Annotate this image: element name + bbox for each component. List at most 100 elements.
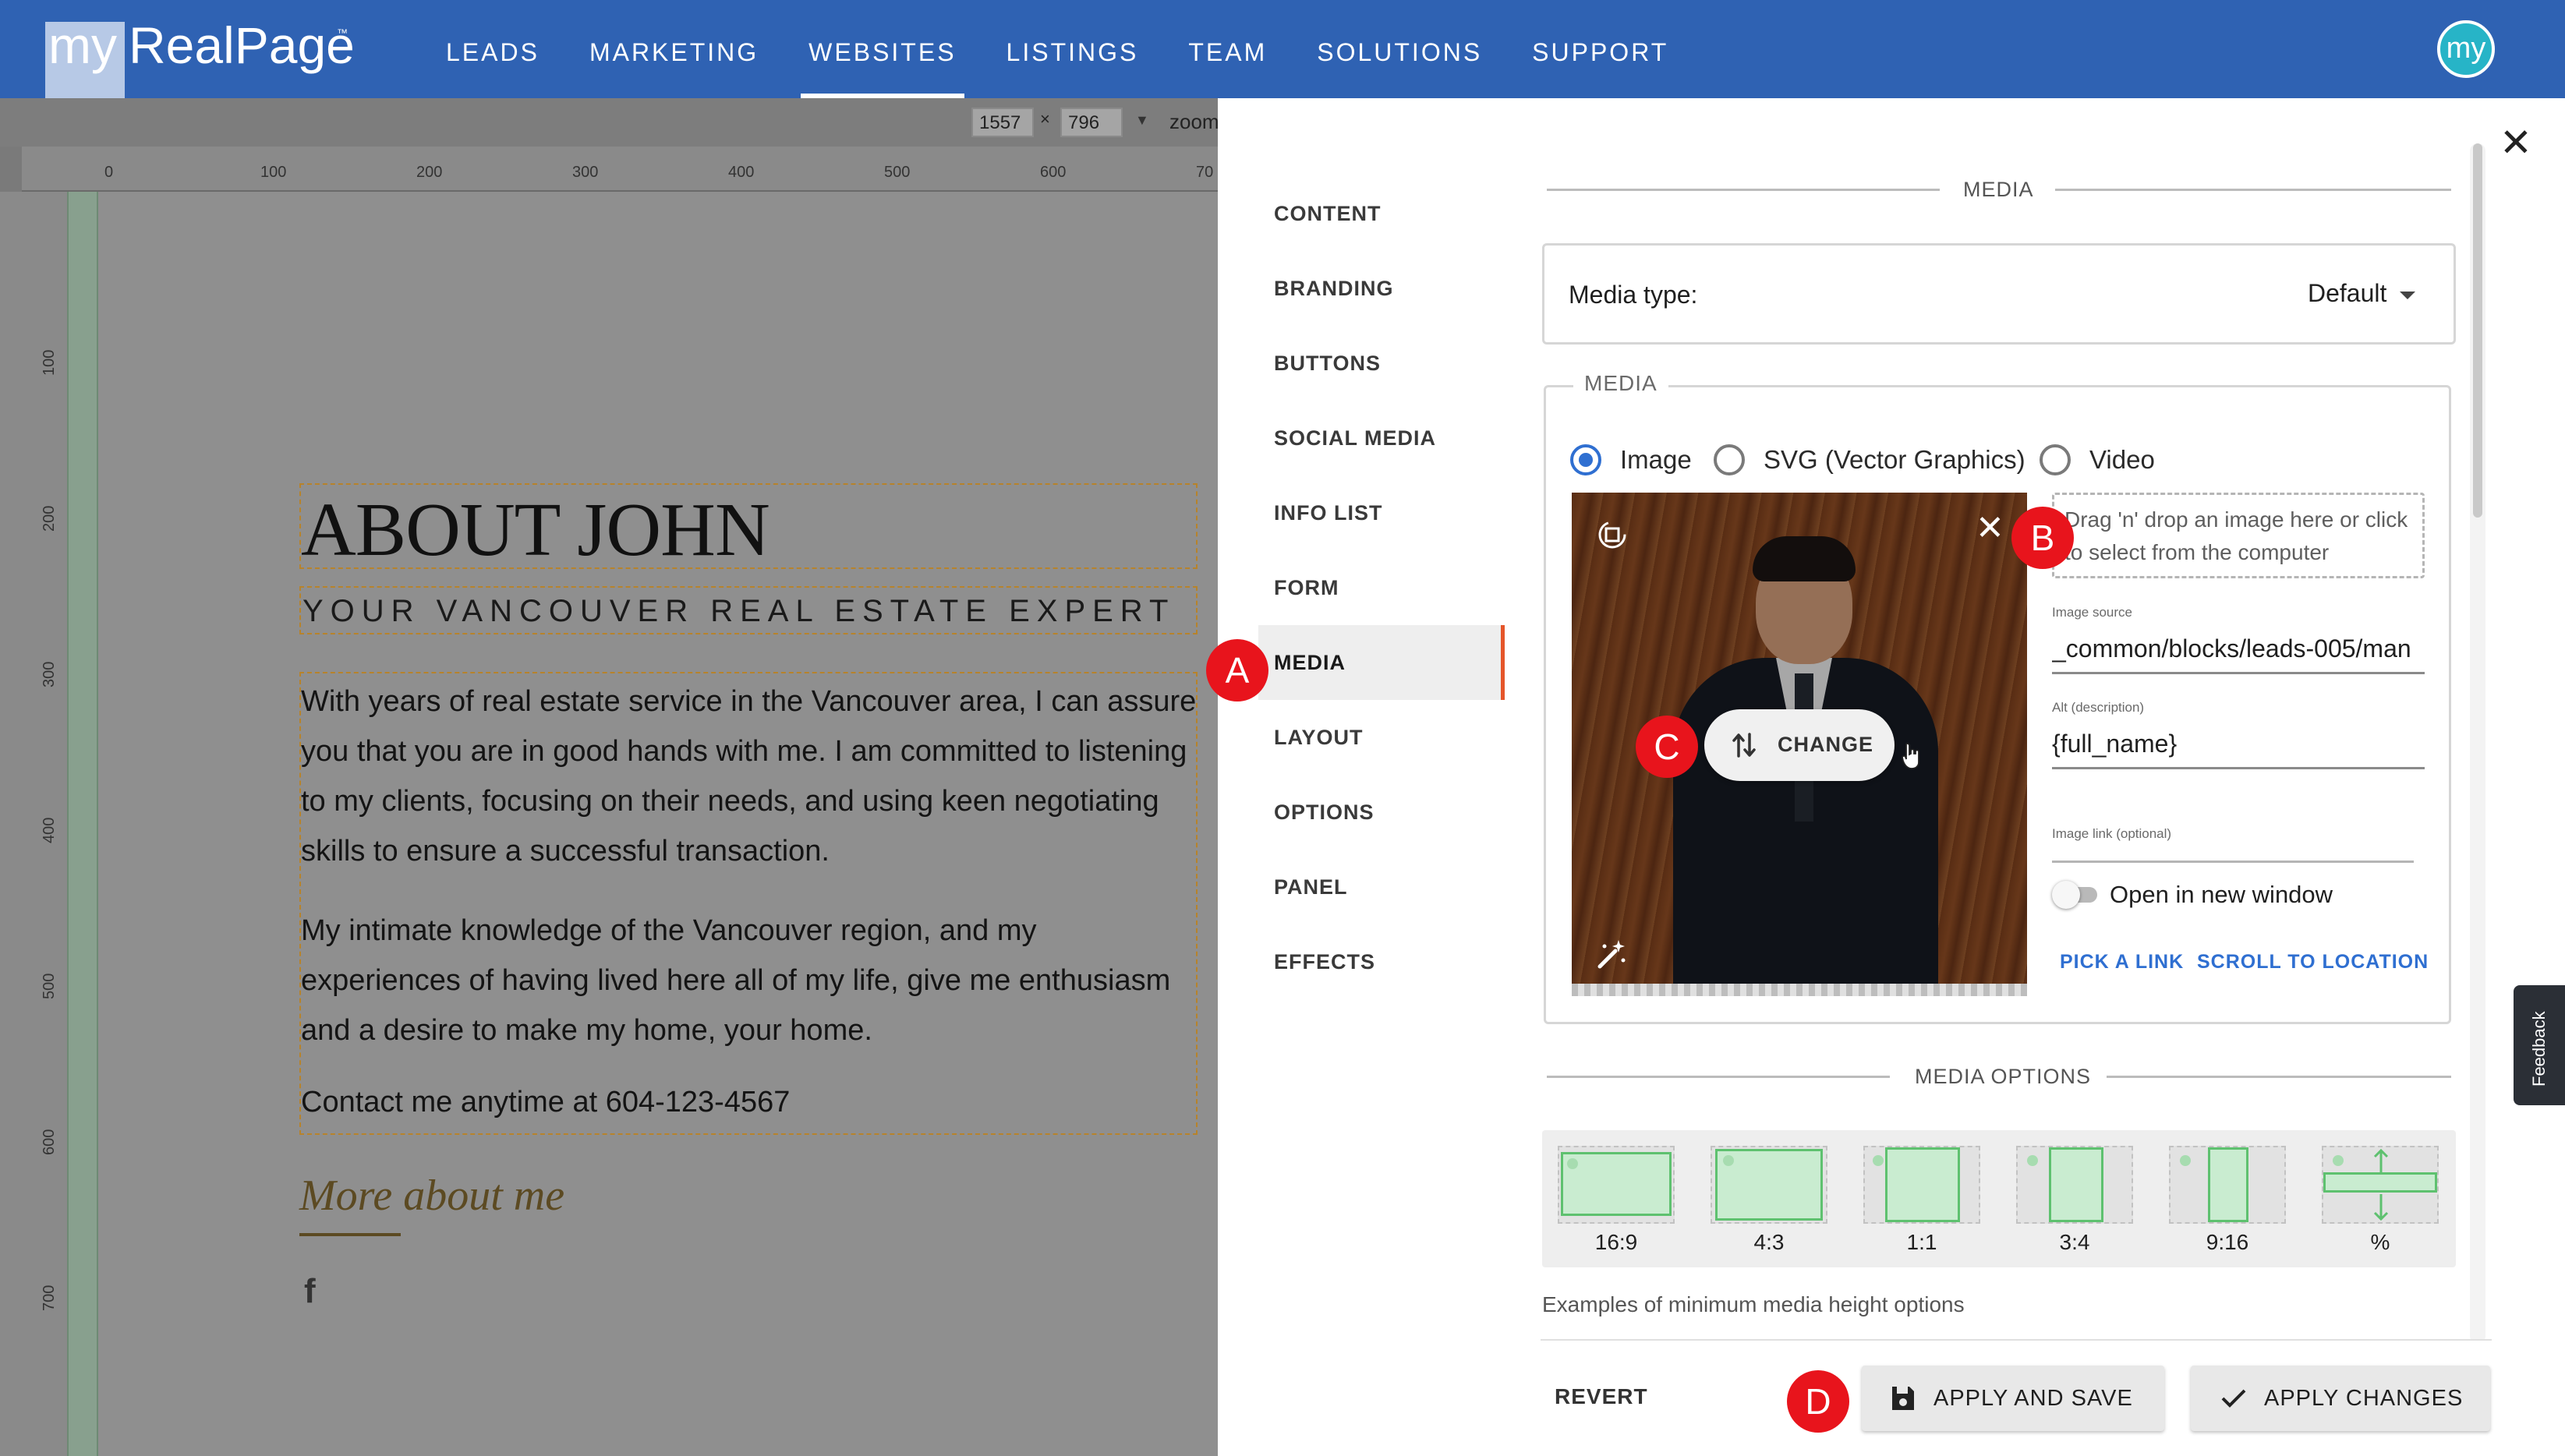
main-nav: LEADS MARKETING WEBSITES LISTINGS TEAM S… — [421, 0, 1693, 98]
pick-a-link-button[interactable]: PICK A LINK — [2060, 951, 2184, 974]
chevron-down-icon[interactable]: ▼ — [1135, 112, 1149, 129]
ratio-9-16-option[interactable] — [2169, 1146, 2286, 1224]
open-new-window-label[interactable]: Open in new window — [2110, 881, 2333, 909]
canvas-width-input[interactable]: 1557 — [971, 108, 1034, 137]
magic-wand-icon[interactable] — [1594, 937, 1628, 971]
logo-my[interactable]: my — [48, 16, 117, 75]
menu-item-form[interactable]: FORM — [1258, 550, 1505, 625]
ratio-preview — [1885, 1147, 1960, 1222]
nav-websites[interactable]: WEBSITES — [784, 0, 981, 98]
radio-image[interactable] — [1570, 444, 1601, 475]
ruler-tick: 0 — [104, 164, 114, 181]
divider — [1547, 1076, 1890, 1078]
divider — [2107, 1076, 2451, 1078]
chevron-down-icon[interactable] — [2400, 292, 2415, 299]
logo-trademark: ™ — [337, 27, 348, 39]
change-image-button[interactable]: CHANGE — [1704, 709, 1895, 781]
menu-item-info-list[interactable]: INFO LIST — [1258, 475, 1505, 550]
ruler-tick: 600 — [1040, 164, 1067, 181]
nav-support[interactable]: SUPPORT — [1507, 0, 1693, 98]
image-link-label[interactable]: Image link (optional) — [2052, 826, 2171, 842]
aspect-ratio-options — [1542, 1130, 2456, 1267]
ruler-tick: 600 — [41, 1129, 58, 1155]
menu-item-branding[interactable]: BRANDING — [1258, 251, 1505, 326]
layout-guide — [67, 192, 98, 1456]
close-icon[interactable]: ✕ — [2500, 123, 2532, 162]
ratio-16-9-option[interactable] — [1558, 1146, 1675, 1224]
body-paragraph: With years of real estate service in the… — [301, 685, 1197, 868]
nav-listings[interactable]: LISTINGS — [982, 0, 1164, 98]
ratio-preview — [2049, 1147, 2103, 1222]
about-subtitle-block[interactable]: YOUR VANCOUVER REAL ESTATE EXPERT — [299, 586, 1198, 634]
media-type-label: Media type: — [1569, 281, 1698, 309]
ruler-tick: 700 — [41, 1285, 58, 1311]
menu-item-options[interactable]: OPTIONS — [1258, 775, 1505, 850]
radio-video-label[interactable]: Video — [2089, 444, 2155, 475]
nav-team[interactable]: TEAM — [1163, 0, 1292, 98]
menu-item-panel[interactable]: PANEL — [1258, 850, 1505, 924]
ruler-tick: 70 — [1196, 164, 1214, 181]
ruler-tick: 100 — [260, 164, 287, 181]
ratio-label: 1:1 — [1906, 1230, 1937, 1254]
toggle-knob[interactable] — [2052, 881, 2080, 909]
ruler-tick: 400 — [41, 817, 58, 843]
page-title: ABOUT JOHN — [301, 488, 770, 572]
ruler-tick: 300 — [572, 164, 599, 181]
revert-button[interactable]: REVERT — [1555, 1384, 1648, 1409]
scroll-to-location-button[interactable]: SCROLL TO LOCATION — [2197, 951, 2429, 974]
section-title-media-options: MEDIA OPTIONS — [1915, 1065, 2092, 1088]
ruler-tick: 100 — [41, 349, 58, 376]
menu-item-buttons[interactable]: BUTTONS — [1258, 326, 1505, 401]
ratio-dot — [2180, 1155, 2191, 1166]
more-about-link[interactable]: More about me — [299, 1171, 564, 1221]
nav-leads[interactable]: LEADS — [421, 0, 564, 98]
about-body-block[interactable]: With years of real estate service in the… — [299, 672, 1198, 1135]
radio-svg[interactable] — [1714, 444, 1745, 475]
apply-changes-button[interactable]: APPLY CHANGES — [2191, 1366, 2490, 1431]
menu-item-social-media[interactable]: SOCIAL MEDIA — [1258, 401, 1505, 475]
crop-icon[interactable] — [1595, 518, 1629, 552]
menu-item-media[interactable]: MEDIA — [1258, 625, 1505, 700]
panel-scrollbar[interactable] — [2473, 143, 2482, 518]
drop-zone-text: Drag 'n' drop an image here or click to … — [2064, 507, 2408, 564]
menu-item-layout[interactable]: LAYOUT — [1258, 700, 1505, 775]
checkmark-icon — [2221, 1389, 2246, 1408]
about-title-block[interactable]: ABOUT JOHN — [299, 483, 1198, 572]
image-source-input[interactable]: _common/blocks/leads-005/man — [2052, 634, 2425, 663]
body-paragraph: My intimate knowledge of the Vancouver r… — [301, 914, 1171, 1047]
divider — [2055, 189, 2451, 191]
ruler-tick: 200 — [41, 505, 58, 532]
menu-item-effects[interactable]: EFFECTS — [1258, 924, 1505, 999]
facebook-icon[interactable]: f — [304, 1272, 316, 1311]
canvas-height-input[interactable]: 796 — [1060, 108, 1123, 137]
ratio-3-4-option[interactable] — [2016, 1146, 2133, 1224]
avatar[interactable]: my — [2437, 20, 2495, 78]
zoom-label[interactable]: zoom — [1169, 110, 1219, 134]
ratio-label: 16:9 — [1594, 1230, 1638, 1254]
apply-and-save-label: APPLY AND SAVE — [1933, 1386, 2133, 1411]
image-source-label: Image source — [2052, 605, 2132, 620]
radio-video[interactable] — [2040, 444, 2071, 475]
apply-and-save-button[interactable]: APPLY AND SAVE — [1862, 1366, 2164, 1431]
menu-item-content[interactable]: CONTENT — [1258, 176, 1505, 251]
resize-vertical-icon — [2373, 1148, 2389, 1221]
ratio-label: 4:3 — [1753, 1230, 1785, 1254]
nav-marketing[interactable]: MARKETING — [564, 0, 784, 98]
alt-input[interactable]: {full_name} — [2052, 730, 2425, 758]
ratio-4-3-option[interactable] — [1711, 1146, 1827, 1224]
annotation-marker-b: B — [2011, 507, 2074, 569]
nav-solutions[interactable]: SOLUTIONS — [1292, 0, 1507, 98]
remove-image-icon[interactable]: ✕ — [1976, 511, 2004, 546]
swap-vertical-icon — [1732, 733, 1756, 758]
input-underline — [2052, 861, 2414, 863]
ratio-1-1-option[interactable] — [1863, 1146, 1980, 1224]
radio-svg-label[interactable]: SVG (Vector Graphics) — [1764, 444, 2025, 475]
feedback-tab[interactable]: Feedback — [2514, 985, 2565, 1105]
radio-image-label[interactable]: Image — [1620, 444, 1692, 475]
link-underline — [299, 1233, 401, 1236]
input-underline — [2052, 767, 2425, 769]
media-type-value[interactable]: Default — [2308, 279, 2386, 308]
logo-realpage[interactable]: RealPage — [129, 16, 355, 75]
ruler-horizontal — [0, 147, 1218, 192]
ratio-percent-option[interactable] — [2322, 1146, 2439, 1224]
